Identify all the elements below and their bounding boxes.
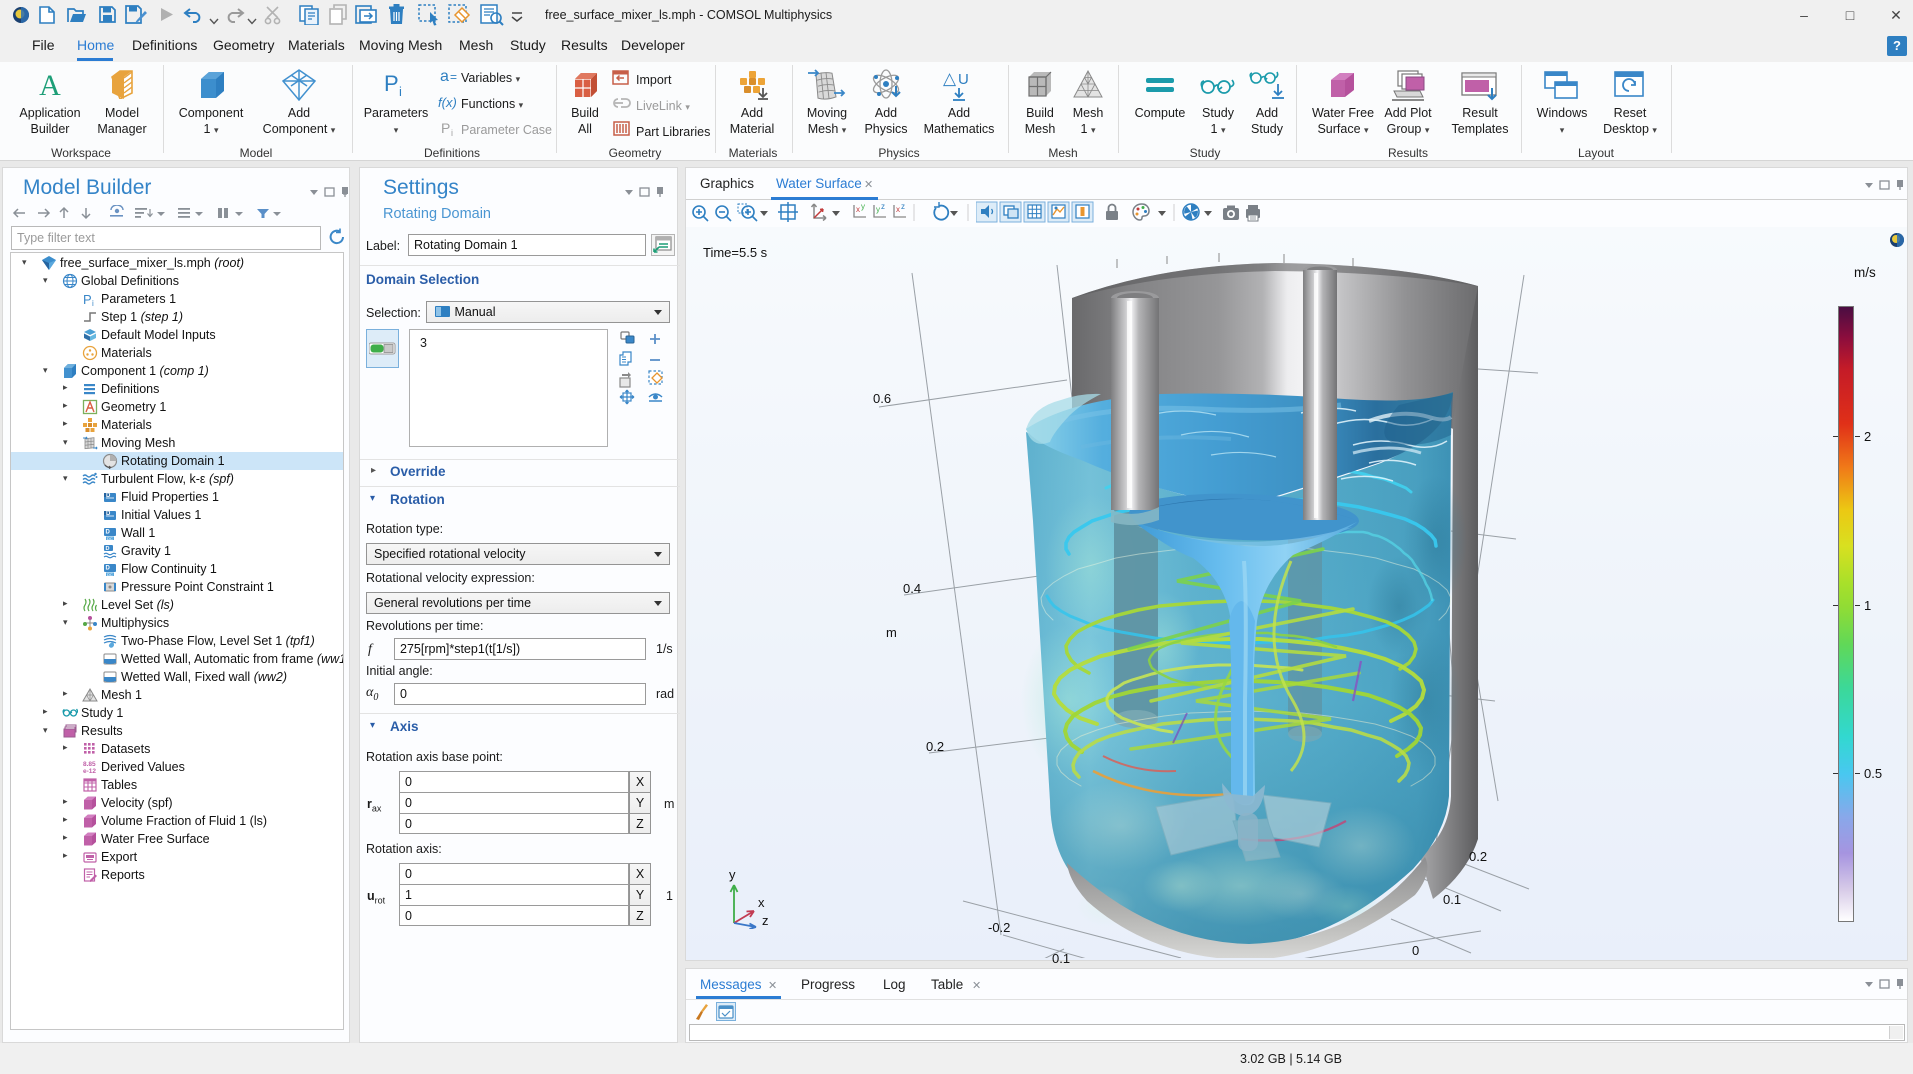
svg-text:A: A — [39, 70, 61, 100]
svg-text:DC: DC — [107, 536, 113, 541]
svg-text:y: y — [729, 867, 736, 882]
svg-text:8.85: 8.85 — [83, 761, 96, 768]
svg-text:P: P — [83, 292, 92, 307]
svg-text:DC: DC — [107, 572, 113, 577]
svg-text:e-12: e-12 — [83, 768, 96, 775]
svg-text:D: D — [106, 566, 111, 572]
svg-text:P: P — [384, 72, 399, 96]
svg-text:i: i — [399, 84, 402, 96]
svg-text:P: P — [441, 120, 450, 136]
svg-text:x: x — [896, 205, 900, 214]
svg-text:i: i — [92, 299, 94, 307]
svg-text:x: x — [758, 895, 765, 910]
svg-text:x: x — [856, 205, 860, 214]
svg-text:a: a — [440, 68, 449, 84]
svg-text:D: D — [106, 546, 110, 552]
svg-text:i: i — [451, 128, 453, 136]
svg-text:z: z — [901, 202, 905, 211]
svg-text:z: z — [762, 913, 769, 928]
svg-text:U: U — [958, 71, 969, 88]
svg-text:△: △ — [943, 69, 957, 88]
svg-text:D: D — [106, 530, 111, 536]
svg-text:y: y — [876, 205, 880, 214]
svg-text:f(x): f(x) — [438, 95, 457, 110]
svg-text:z: z — [881, 202, 885, 211]
svg-text:=: = — [450, 70, 457, 84]
svg-text:y: y — [861, 202, 865, 211]
